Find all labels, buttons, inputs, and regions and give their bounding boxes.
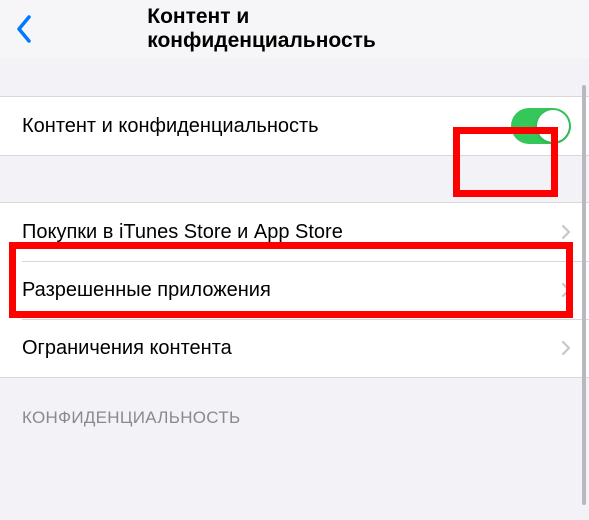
row-label: Ограничения контента	[22, 337, 561, 360]
settings-group-2: Покупки в iTunes Store и App Store Разре…	[0, 202, 589, 378]
chevron-left-icon	[15, 15, 33, 43]
group-spacer	[0, 156, 589, 202]
nav-header: Контент и конфиденциальность	[0, 0, 589, 58]
row-label: Контент и конфиденциальность	[22, 115, 511, 138]
row-label: Покупки в iTunes Store и App Store	[22, 221, 561, 244]
scrollbar[interactable]	[582, 85, 586, 505]
chevron-right-icon	[561, 282, 571, 298]
content-privacy-toggle[interactable]	[511, 108, 571, 144]
privacy-section-header: КОНФИДЕНЦИАЛЬНОСТЬ	[0, 378, 589, 436]
back-button[interactable]	[8, 9, 40, 49]
itunes-purchases-row[interactable]: Покупки в iTunes Store и App Store	[0, 203, 589, 261]
chevron-right-icon	[561, 224, 571, 240]
content-restrictions-row[interactable]: Ограничения контента	[0, 319, 589, 377]
content-area: Контент и конфиденциальность Покупки в i…	[0, 58, 589, 436]
row-label: Разрешенные приложения	[22, 279, 561, 302]
chevron-right-icon	[561, 340, 571, 356]
content-privacy-toggle-row[interactable]: Контент и конфиденциальность	[0, 97, 589, 155]
settings-group-1: Контент и конфиденциальность	[0, 96, 589, 156]
allowed-apps-row[interactable]: Разрешенные приложения	[0, 261, 589, 319]
page-title: Контент и конфиденциальность	[147, 5, 442, 53]
